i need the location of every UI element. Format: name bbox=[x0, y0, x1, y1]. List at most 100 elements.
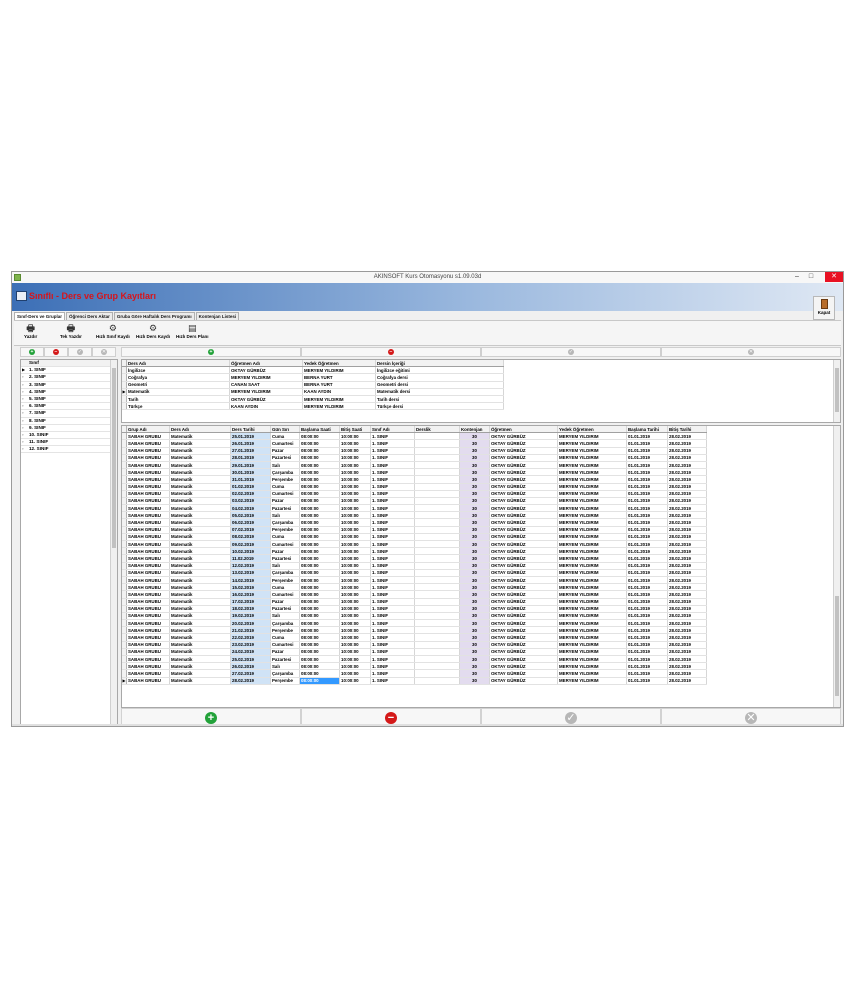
group-cell[interactable]: 08:00:00 bbox=[299, 633, 340, 642]
group-cell[interactable]: MERYEM YILDIRIM bbox=[557, 432, 627, 441]
group-cell[interactable]: Salı bbox=[270, 612, 300, 621]
group-cell[interactable]: 30 bbox=[459, 483, 490, 491]
tab-weekly-program[interactable]: Gruba Göre Haftalık Ders Programı bbox=[113, 312, 195, 320]
group-cell[interactable]: Matematik bbox=[169, 540, 231, 549]
group-cell[interactable]: 01.01.2019 bbox=[626, 605, 668, 613]
group-cell[interactable]: SABAH GRUBU bbox=[126, 475, 170, 484]
group-cell[interactable]: 01.01.2019 bbox=[626, 662, 668, 671]
group-cell[interactable]: OKTAY GÜRBÜZ bbox=[489, 511, 558, 520]
course-confirm-button[interactable]: ✓ bbox=[481, 347, 661, 357]
group-cell[interactable]: 01.01.2019 bbox=[626, 633, 668, 642]
group-cell[interactable]: 01.01.2019 bbox=[626, 641, 668, 649]
group-cell[interactable]: Perşembe bbox=[270, 526, 300, 534]
group-cell[interactable]: Matematik bbox=[169, 511, 231, 520]
group-cell[interactable]: 01.01.2019 bbox=[626, 526, 668, 534]
column-start-time[interactable]: Başlama Saati bbox=[299, 426, 340, 434]
group-cell[interactable]: Pazar bbox=[270, 497, 300, 506]
course-cancel-button[interactable]: ✕ bbox=[661, 347, 841, 357]
group-cell[interactable]: 1. SINIF bbox=[370, 468, 415, 477]
group-cell[interactable]: Pazar bbox=[270, 598, 300, 606]
group-cell[interactable]: Matematik bbox=[169, 562, 231, 570]
group-cell[interactable]: Matematik bbox=[169, 677, 231, 685]
group-cell[interactable]: 08:00:00 bbox=[299, 461, 340, 470]
minimize-button[interactable]: – bbox=[791, 272, 803, 282]
group-cell[interactable]: 1. SINIF bbox=[370, 454, 415, 462]
group-cell[interactable]: OKTAY GÜRBÜZ bbox=[489, 677, 558, 685]
group-cell[interactable]: 08:00:00 bbox=[299, 432, 340, 441]
group-cell[interactable]: Cuma bbox=[270, 633, 300, 642]
group-cell[interactable]: 01.01.2019 bbox=[626, 655, 668, 664]
group-row[interactable]: SABAH GRUBU Matematik 30.01.2019 Çarşamba 08… bbox=[122, 468, 707, 477]
group-cell[interactable]: 28.02.2019 bbox=[667, 454, 707, 462]
group-cell[interactable]: OKTAY GÜRBÜZ bbox=[489, 605, 558, 613]
group-cell[interactable] bbox=[414, 533, 460, 542]
group-cell[interactable]: OKTAY GÜRBÜZ bbox=[489, 612, 558, 621]
course-cell[interactable]: Matematik dersi bbox=[375, 388, 504, 396]
group-cell[interactable]: MERYEM YILDIRIM bbox=[557, 562, 627, 570]
group-cell[interactable]: MERYEM YILDIRIM bbox=[557, 655, 627, 664]
group-cell[interactable]: 28.02.2019 bbox=[667, 598, 707, 606]
group-cell[interactable]: 15.02.2019 bbox=[230, 583, 271, 592]
group-cell[interactable]: MERYEM YILDIRIM bbox=[557, 641, 627, 649]
course-cell[interactable]: OKTAY GÜRBÜZ bbox=[229, 395, 303, 404]
group-cell[interactable]: MERYEM YILDIRIM bbox=[557, 619, 627, 628]
group-cell[interactable]: MERYEM YILDIRIM bbox=[557, 461, 627, 470]
group-cell[interactable]: 28.02.2019 bbox=[667, 583, 707, 592]
course-cell[interactable]: MERYEM YILDIRIM bbox=[229, 388, 303, 396]
group-cell[interactable]: SABAH GRUBU bbox=[126, 461, 170, 470]
course-cell[interactable]: Tarih bbox=[126, 395, 230, 404]
group-cell[interactable]: 08:00:00 bbox=[299, 576, 340, 585]
group-cell[interactable]: Pazartesi bbox=[270, 655, 300, 664]
group-cell[interactable]: 08:00:00 bbox=[299, 612, 340, 621]
group-cell[interactable]: 01.01.2019 bbox=[626, 483, 668, 491]
group-cell[interactable] bbox=[414, 518, 460, 527]
group-cell[interactable]: SABAH GRUBU bbox=[126, 605, 170, 613]
group-row[interactable]: SABAH GRUBU Matematik 04.02.2019 Pazartesi 0… bbox=[122, 504, 707, 513]
group-row[interactable]: SABAH GRUBU Matematik 10.02.2019 Pazar 08:00… bbox=[122, 547, 707, 556]
group-cell[interactable]: OKTAY GÜRBÜZ bbox=[489, 447, 558, 455]
group-cell[interactable]: 08:00:00 bbox=[299, 648, 340, 657]
group-cell[interactable]: MERYEM YILDIRIM bbox=[557, 518, 627, 527]
group-cell[interactable]: 08:00:00 bbox=[299, 583, 340, 592]
group-cell[interactable]: 10:00:00 bbox=[339, 633, 371, 642]
group-cell[interactable]: SABAH GRUBU bbox=[126, 648, 170, 657]
group-cell[interactable]: SABAH GRUBU bbox=[126, 669, 170, 678]
group-cell[interactable] bbox=[414, 468, 460, 477]
class-list-item[interactable]: ▶ 1. SINIF bbox=[21, 367, 117, 375]
group-row[interactable]: SABAH GRUBU Matematik 26.02.2019 Salı 08:00:… bbox=[122, 662, 707, 671]
group-cell[interactable]: 1. SINIF bbox=[370, 590, 415, 599]
group-cell[interactable]: 1. SINIF bbox=[370, 490, 415, 498]
group-cell[interactable]: 01.01.2019 bbox=[626, 518, 668, 527]
group-cell[interactable]: 10:00:00 bbox=[339, 461, 371, 470]
group-cell[interactable]: SABAH GRUBU bbox=[126, 483, 170, 491]
group-cell[interactable]: 30 bbox=[459, 432, 490, 441]
group-cell[interactable]: 1. SINIF bbox=[370, 475, 415, 484]
group-cell[interactable]: Matematik bbox=[169, 583, 231, 592]
group-cell[interactable]: Cumartesi bbox=[270, 540, 300, 549]
group-cell[interactable]: 1. SINIF bbox=[370, 432, 415, 441]
group-cell[interactable]: SABAH GRUBU bbox=[126, 447, 170, 455]
group-cell[interactable]: 30 bbox=[459, 526, 490, 534]
group-cell[interactable]: 28.02.2019 bbox=[667, 461, 707, 470]
group-cell[interactable] bbox=[414, 562, 460, 570]
group-cell[interactable]: 28.02.2019 bbox=[667, 540, 707, 549]
group-cell[interactable]: OKTAY GÜRBÜZ bbox=[489, 562, 558, 570]
group-cell[interactable]: 28.02.2019 bbox=[667, 662, 707, 671]
group-cell[interactable] bbox=[414, 576, 460, 585]
group-cell[interactable]: Çarşamba bbox=[270, 619, 300, 628]
group-cell[interactable]: 20.02.2019 bbox=[230, 619, 271, 628]
group-cell[interactable]: MERYEM YILDIRIM bbox=[557, 554, 627, 563]
group-cell[interactable]: Cuma bbox=[270, 533, 300, 542]
group-cell[interactable]: 30 bbox=[459, 583, 490, 592]
group-cell[interactable]: 1. SINIF bbox=[370, 619, 415, 628]
group-cell[interactable]: 10:00:00 bbox=[339, 655, 371, 664]
group-cell[interactable] bbox=[414, 483, 460, 491]
group-cell[interactable]: Matematik bbox=[169, 669, 231, 678]
group-cell[interactable]: OKTAY GÜRBÜZ bbox=[489, 662, 558, 671]
group-cell[interactable]: 28.02.2019 bbox=[667, 468, 707, 477]
group-cell[interactable]: MERYEM YILDIRIM bbox=[557, 511, 627, 520]
group-cell[interactable]: MERYEM YILDIRIM bbox=[557, 468, 627, 477]
group-cell[interactable]: 1. SINIF bbox=[370, 576, 415, 585]
group-cell[interactable]: 1. SINIF bbox=[370, 677, 415, 685]
group-cell[interactable]: 1. SINIF bbox=[370, 483, 415, 491]
